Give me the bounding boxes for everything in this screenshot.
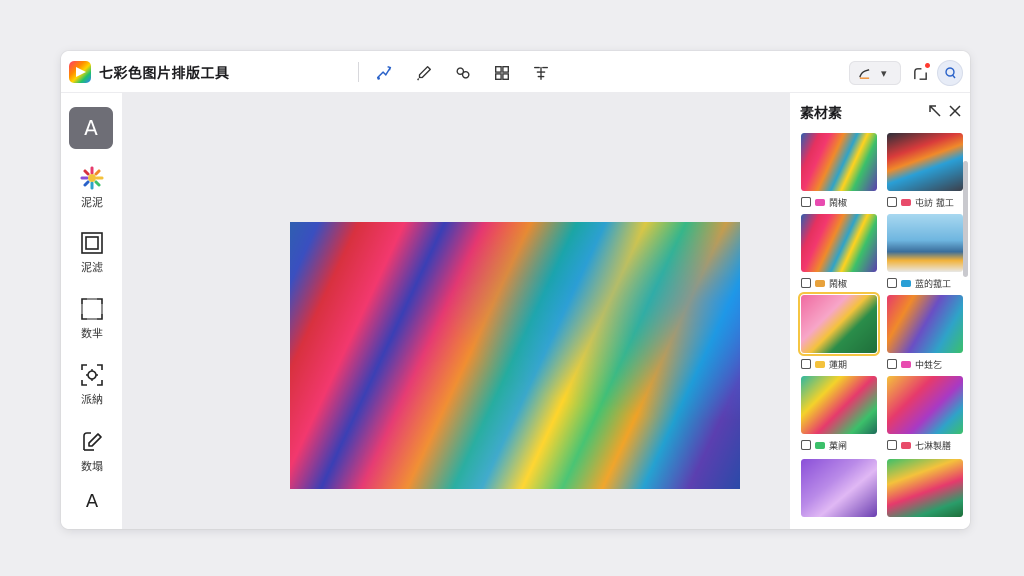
asset-thumbnail[interactable] [801, 133, 877, 191]
asset-color-tag [901, 441, 911, 449]
sidebar-item-edit[interactable]: 数塌 [61, 429, 123, 479]
pen-stroke-icon [859, 68, 870, 79]
asset-caption-text: 菓闸 [829, 441, 848, 452]
asset-caption: 蓮期 [801, 357, 881, 371]
pen-style-dropdown[interactable]: ▾ [849, 61, 901, 85]
asset-thumbnail[interactable] [887, 295, 963, 353]
asset-thumbnail[interactable] [801, 376, 877, 434]
asset-color-tag [815, 198, 825, 206]
asset-thumbnail[interactable] [887, 376, 963, 434]
asset-thumbnail[interactable] [801, 214, 877, 272]
asset-caption: 中甡乞 [887, 357, 967, 371]
color-burst-icon [79, 165, 105, 191]
brush-icon[interactable] [413, 62, 435, 84]
asset-thumbnail[interactable] [887, 133, 963, 191]
asset-caption-text: 鬧椒 [829, 279, 848, 290]
asset-caption-text: 鬧椒 [829, 198, 848, 209]
asset-type-icon [801, 197, 811, 207]
panel-title: 素材素 [800, 106, 842, 122]
asset-type-icon [887, 440, 897, 450]
panel-scrollbar[interactable] [963, 161, 968, 277]
asset-caption-text: 屯訪 菰工 [915, 198, 954, 209]
sidebar-item-color[interactable]: 泥泥 [61, 165, 123, 215]
grid-icon[interactable] [491, 62, 513, 84]
asset-thumbnail[interactable] [798, 292, 880, 356]
focus-icon [79, 362, 105, 388]
notification-dot [925, 63, 930, 68]
asset-color-tag [815, 360, 825, 368]
expand-icon[interactable] [928, 103, 944, 119]
canvas-artwork[interactable] [290, 222, 740, 489]
asset-color-tag [815, 279, 825, 287]
asset-caption: 蓝的菰工 [887, 276, 967, 290]
top-toolbar: 七彩色图片排版工具 ▾ [61, 51, 970, 93]
asset-thumbnail[interactable] [887, 214, 963, 272]
sidebar-item-frame[interactable]: 泥滤 [61, 230, 123, 280]
toolbar-divider [358, 62, 359, 82]
asset-caption: 鬧椒 [801, 195, 881, 209]
crop-icon [79, 296, 105, 322]
asset-color-tag [815, 441, 825, 449]
asset-type-icon [887, 197, 897, 207]
sidebar-item-label: 泥泥 [81, 196, 103, 209]
asset-type-icon [887, 359, 897, 369]
sidebar-item-focus[interactable]: 派納 [61, 362, 123, 412]
frame-icon [79, 230, 105, 256]
asset-caption-text: 中甡乞 [915, 360, 943, 371]
app-title: 七彩色图片排版工具 [99, 66, 230, 82]
assets-panel: 素材素 鬧椒 屯訪 菰工 鬧椒 蓝的菰工 蓮期 中甡乞 菓闸 七淋製膳 [789, 93, 970, 529]
asset-color-tag [901, 198, 911, 206]
edit-icon [79, 429, 105, 455]
text-tool-button[interactable]: A [69, 107, 113, 149]
asset-caption: 屯訪 菰工 [887, 195, 967, 209]
text-style-button[interactable]: A [61, 491, 123, 512]
share-button[interactable] [909, 62, 931, 84]
asset-color-tag [901, 279, 911, 287]
sidebar-item-label: 派納 [81, 393, 103, 406]
asset-caption-text: 蓝的菰工 [915, 279, 952, 290]
pen-tool-icon[interactable] [373, 62, 395, 84]
asset-type-icon [801, 359, 811, 369]
asset-color-tag [901, 360, 911, 368]
left-sidebar: A 泥泥 泥滤 数芈 派納 数塌 A [61, 93, 123, 529]
asset-caption: 鬧椒 [801, 276, 881, 290]
user-avatar[interactable] [937, 60, 963, 86]
sidebar-item-label: 数芈 [81, 327, 103, 340]
asset-type-icon [801, 440, 811, 450]
asset-type-icon [801, 278, 811, 288]
shapes-icon[interactable] [452, 62, 474, 84]
asset-caption-text: 蓮期 [829, 360, 848, 371]
sidebar-item-crop[interactable]: 数芈 [61, 296, 123, 346]
user-icon [945, 67, 956, 79]
sidebar-item-label: 数塌 [81, 460, 103, 473]
asset-type-icon [887, 278, 897, 288]
transform-icon[interactable] [530, 62, 552, 84]
app-logo-icon [69, 61, 91, 83]
asset-thumbnail[interactable] [887, 459, 963, 517]
asset-caption: 七淋製膳 [887, 438, 967, 452]
asset-caption-text: 七淋製膳 [915, 441, 952, 452]
canvas-area[interactable] [123, 93, 848, 529]
app-window: 七彩色图片排版工具 ▾ A 泥泥 泥滤 数芈 派納 数塌 A 素材素 鬧椒 屯訪… [61, 51, 970, 529]
asset-caption: 菓闸 [801, 438, 881, 452]
close-icon[interactable] [948, 103, 964, 119]
chevron-down-icon: ▾ [881, 66, 887, 80]
asset-thumbnail[interactable] [801, 459, 877, 517]
sidebar-item-label: 泥滤 [81, 261, 103, 274]
